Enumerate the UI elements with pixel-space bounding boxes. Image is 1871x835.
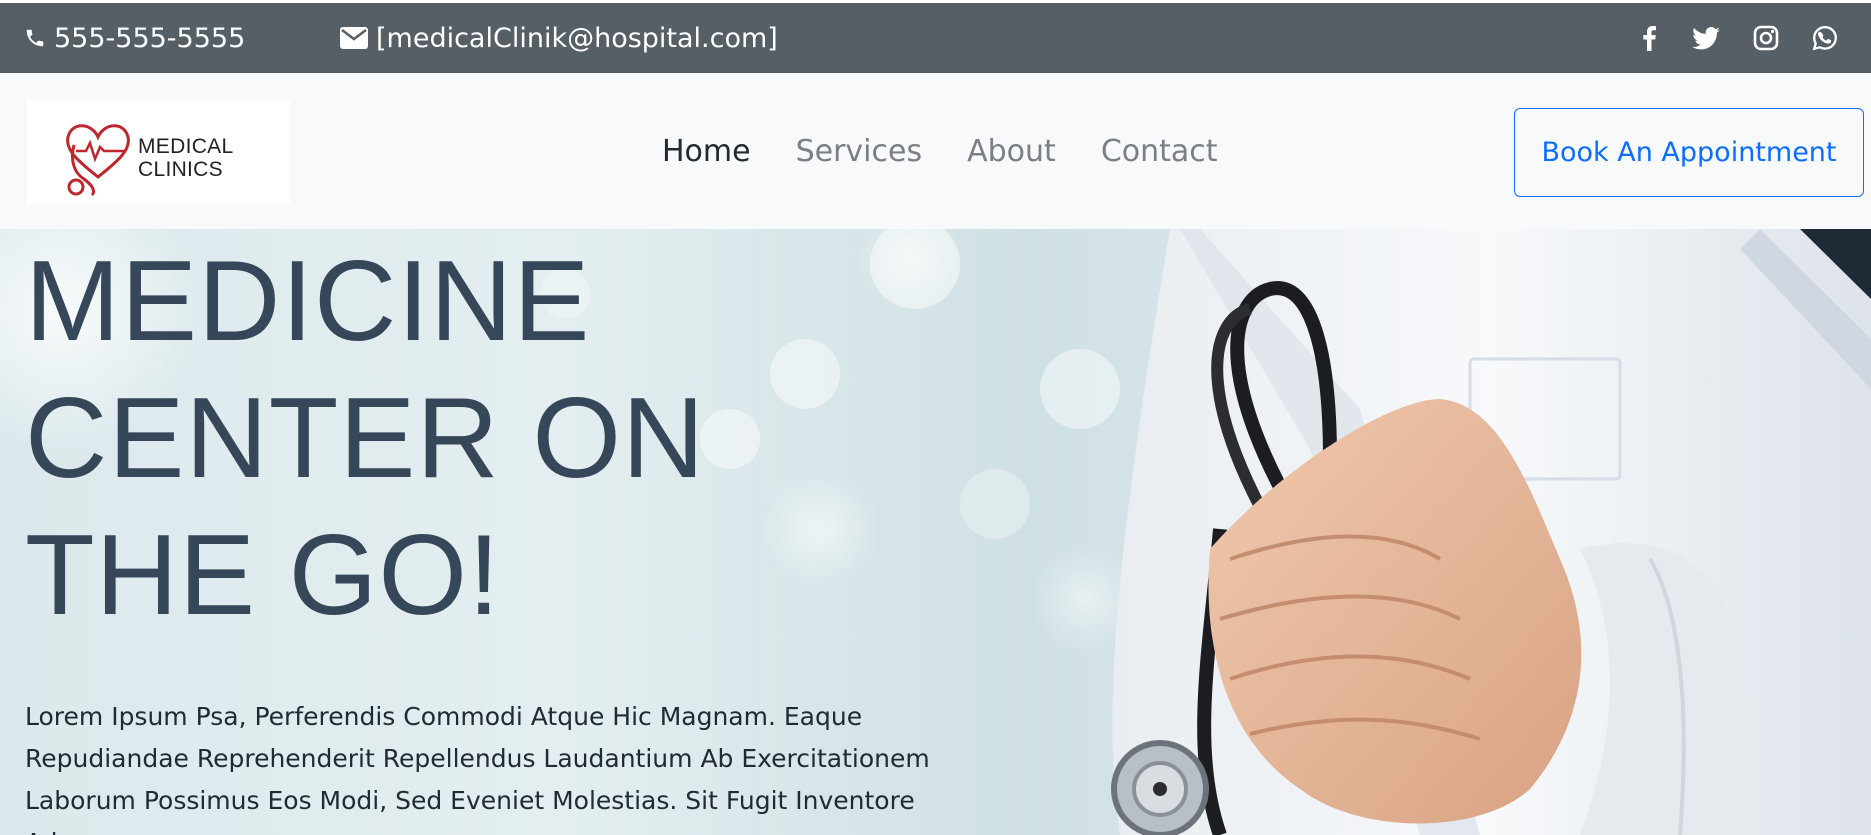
- nav-link-contact[interactable]: Contact: [1101, 134, 1218, 169]
- heart-stethoscope-icon: [66, 124, 130, 197]
- hero-title-line-1: MEDICINE: [25, 238, 591, 365]
- book-appointment-button[interactable]: Book An Appointment: [1514, 108, 1864, 197]
- hero-title-line-3: THE GO!: [25, 512, 501, 639]
- envelope-icon: [340, 27, 368, 49]
- top-contact-bar: 555-555-5555 [medicalClinik@hospital.com…: [0, 3, 1871, 73]
- phone-icon: [26, 29, 44, 47]
- hero-paragraph: Lorem Ipsum Psa, Perferendis Commodi Atq…: [25, 702, 930, 835]
- phone-contact[interactable]: 555-555-5555: [24, 3, 245, 73]
- bokeh-light: [960, 469, 1030, 539]
- hero-title-line-2: CENTER ON: [25, 375, 706, 502]
- nav-link-home[interactable]: Home: [662, 134, 751, 169]
- nav-link-about[interactable]: About: [967, 134, 1056, 169]
- logo-text: MEDICAL CLINICS: [138, 135, 233, 181]
- hero-title: MEDICINE CENTER ON THE GO!: [25, 233, 785, 644]
- clinic-logo[interactable]: MEDICAL CLINICS: [27, 99, 290, 205]
- whatsapp-icon[interactable]: [1810, 3, 1840, 73]
- doctor-illustration: [1111, 229, 1871, 835]
- primary-nav: Home Services About Contact: [662, 73, 1263, 229]
- nav-link-services[interactable]: Services: [796, 134, 923, 169]
- instagram-icon[interactable]: [1751, 3, 1781, 73]
- bokeh-light: [870, 229, 960, 309]
- email-contact[interactable]: [medicalClinik@hospital.com]: [340, 3, 778, 73]
- phone-number: 555-555-5555: [54, 22, 246, 54]
- email-address: [medicalClinik@hospital.com]: [376, 22, 778, 54]
- facebook-icon[interactable]: [1634, 3, 1664, 73]
- twitter-icon[interactable]: [1691, 3, 1721, 73]
- logo-line-1: MEDICAL: [138, 135, 234, 158]
- logo-line-2: CLINICS: [138, 158, 223, 181]
- main-navbar: MEDICAL CLINICS Home Services About Cont…: [0, 73, 1871, 229]
- hero-section: MEDICINE CENTER ON THE GO! Lorem Ipsum P…: [0, 229, 1871, 835]
